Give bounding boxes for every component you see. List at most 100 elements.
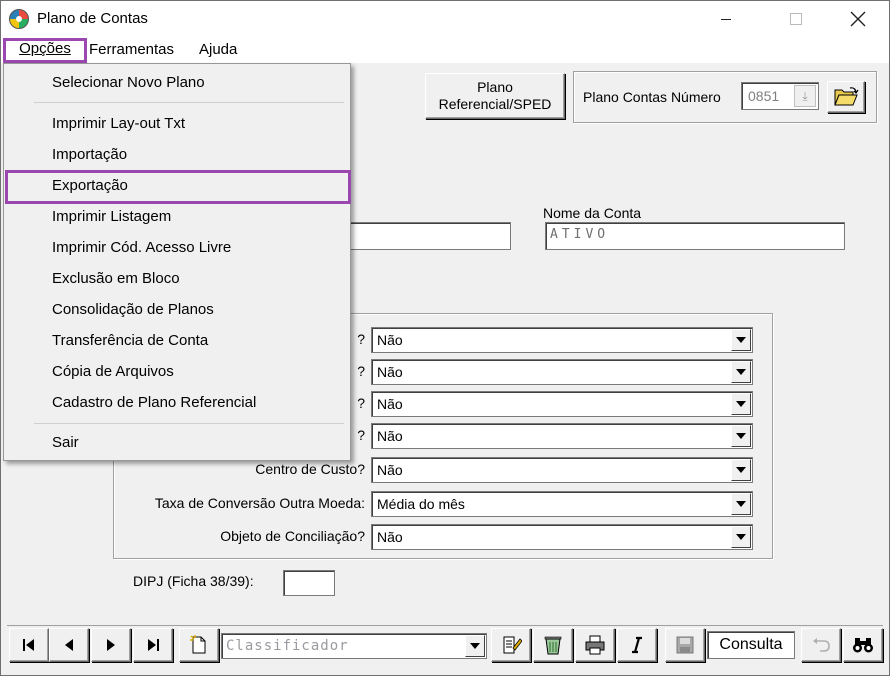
chevron-down-icon[interactable]	[731, 425, 751, 447]
centro-custo-select[interactable]: Não	[371, 457, 753, 483]
taxa-conversao-label: Taxa de Conversão Outra Moeda:	[154, 495, 365, 511]
menu-bar: Opções Ferramentas Ajuda	[1, 37, 889, 63]
undo-icon	[813, 638, 830, 652]
close-icon	[850, 11, 866, 27]
option-value: Não	[377, 396, 403, 412]
taxa-conversao-select[interactable]: Média do mês	[371, 491, 753, 517]
chevron-down-icon[interactable]	[731, 329, 751, 351]
print-button[interactable]	[575, 628, 615, 662]
option-select[interactable]: Não	[371, 423, 753, 449]
menu-separator	[34, 102, 344, 103]
centro-custo-label: Centro de Custo?	[255, 461, 365, 477]
option-label: ?	[357, 363, 365, 379]
plano-contas-numero-field[interactable]: 0851 ⤓	[741, 82, 819, 110]
chevron-down-icon[interactable]	[465, 635, 485, 657]
nome-conta-value: ATIVO	[550, 227, 610, 242]
previous-record-button[interactable]	[49, 628, 89, 662]
menu-item-transferencia-de-conta[interactable]: Transferência de Conta	[52, 332, 208, 349]
option-row-label-wrap: Centro de Custo?	[113, 461, 365, 481]
first-record-button[interactable]	[9, 628, 49, 662]
classificador-placeholder: Classificador	[226, 638, 349, 654]
menu-item-imprimir-cod-acesso-livre[interactable]: Imprimir Cód. Acesso Livre	[52, 239, 231, 256]
italic-info-button[interactable]	[617, 628, 657, 662]
option-select[interactable]: Não	[371, 391, 753, 417]
maximize-button[interactable]	[773, 1, 819, 37]
plano-referencial-sped-button[interactable]: Plano Referencial/SPED	[425, 73, 565, 119]
delete-record-button[interactable]	[533, 628, 573, 662]
next-icon	[107, 639, 115, 651]
previous-icon	[65, 639, 73, 651]
chevron-down-icon[interactable]	[731, 459, 751, 481]
menu-ferramentas[interactable]: Ferramentas	[89, 40, 174, 62]
chevron-down-icon[interactable]	[731, 526, 751, 548]
minimize-icon	[721, 18, 731, 20]
floppy-disk-icon	[676, 636, 694, 654]
menu-item-consolidacao-de-planos[interactable]: Consolidação de Planos	[52, 301, 214, 318]
plano-ref-line2: Referencial/SPED	[438, 96, 552, 112]
new-document-icon	[190, 635, 206, 654]
option-select[interactable]: Não	[371, 327, 753, 353]
edit-record-button[interactable]	[491, 628, 531, 662]
close-button[interactable]	[835, 1, 881, 37]
menu-item-imprimir-listagem[interactable]: Imprimir Listagem	[52, 208, 171, 225]
last-icon	[148, 639, 159, 651]
open-folder-button[interactable]	[827, 81, 865, 113]
objeto-conciliacao-select[interactable]: Não	[371, 524, 753, 550]
save-button[interactable]	[665, 628, 705, 662]
opcoes-dropdown-menu: Selecionar Novo Plano Imprimir Lay-out T…	[3, 63, 351, 461]
edit-document-icon	[503, 636, 522, 654]
option-value: Não	[377, 428, 403, 444]
option-label: ?	[357, 395, 365, 411]
trash-icon	[544, 636, 562, 655]
menu-item-imprimir-layout-txt[interactable]: Imprimir Lay-out Txt	[52, 115, 185, 132]
menu-item-exportacao[interactable]: Exportação	[52, 177, 128, 194]
menu-item-selecionar-novo-plano[interactable]: Selecionar Novo Plano	[52, 74, 205, 91]
option-label: ?	[357, 427, 365, 443]
menu-item-importacao[interactable]: Importação	[52, 146, 127, 163]
menu-item-cadastro-plano-referencial[interactable]: Cadastro de Plano Referencial	[52, 394, 256, 411]
download-arrow-icon[interactable]: ⤓	[794, 85, 816, 107]
menu-ajuda-label: Ajuda	[199, 41, 238, 58]
nome-conta-label: Nome da Conta	[543, 205, 642, 221]
taxa-conversao-value: Média do mês	[377, 496, 465, 512]
menu-ajuda[interactable]: Ajuda	[199, 40, 237, 62]
option-value: Não	[377, 364, 403, 380]
menu-opcoes[interactable]: Opções	[3, 38, 87, 63]
nome-conta-field[interactable]: ATIVO	[545, 222, 845, 250]
dipj-field[interactable]	[283, 570, 335, 596]
chevron-down-icon[interactable]	[731, 493, 751, 515]
folder-open-icon	[834, 87, 859, 106]
dipj-label: DIPJ (Ficha 38/39):	[133, 573, 254, 589]
chevron-down-icon[interactable]	[731, 361, 751, 383]
last-record-button[interactable]	[133, 628, 173, 662]
title-bar: Plano de Contas	[1, 1, 889, 37]
binoculars-icon	[853, 638, 873, 653]
option-select[interactable]: Não	[371, 359, 753, 385]
option-row-label-wrap: Objeto de Conciliação?	[113, 528, 365, 548]
menu-item-copia-de-arquivos[interactable]: Cópia de Arquivos	[52, 363, 174, 380]
minimize-button[interactable]	[703, 1, 749, 37]
italic-i-icon	[632, 636, 642, 654]
plano-contas-label: Plano Contas Número	[583, 89, 721, 105]
centro-custo-value: Não	[377, 462, 403, 478]
mode-indicator: Consulta	[707, 631, 795, 659]
app-icon	[9, 9, 29, 29]
option-row-label-wrap: Taxa de Conversão Outra Moeda:	[113, 495, 365, 515]
menu-item-exclusao-em-bloco[interactable]: Exclusão em Bloco	[52, 270, 180, 287]
option-label: ?	[357, 331, 365, 347]
classificador-select[interactable]: Classificador	[221, 633, 487, 659]
next-record-button[interactable]	[91, 628, 131, 662]
chevron-down-icon[interactable]	[731, 393, 751, 415]
maximize-icon	[790, 13, 802, 25]
menu-item-sair[interactable]: Sair	[52, 434, 79, 451]
menu-opcoes-label: Opções	[19, 40, 71, 57]
objeto-conciliacao-value: Não	[377, 529, 403, 545]
search-button[interactable]	[843, 628, 883, 662]
new-record-button[interactable]	[179, 628, 219, 662]
plano-ref-line1: Plano	[477, 79, 513, 95]
plano-contas-value: 0851	[748, 88, 780, 104]
window-title: Plano de Contas	[37, 10, 148, 27]
menu-ferramentas-label: Ferramentas	[89, 41, 175, 58]
undo-button[interactable]	[801, 628, 841, 662]
printer-icon	[585, 635, 605, 655]
